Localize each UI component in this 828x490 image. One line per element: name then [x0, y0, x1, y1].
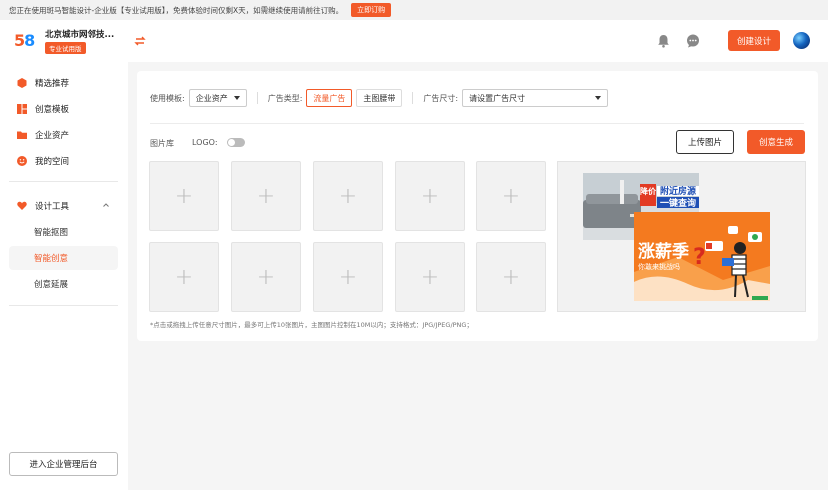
creative-preview: 降价 附近房源 一键查询 涨薪季 你敢来挑战吗 ? — [557, 161, 806, 312]
generate-creative-button[interactable]: 创意生成 — [747, 130, 805, 154]
logo-digit-eight: 8 — [24, 31, 35, 50]
sidebar-item-templates[interactable]: 创意模板 — [9, 97, 118, 121]
plus-icon: + — [420, 183, 440, 209]
sidebar-item-label: 智能创意 — [34, 254, 69, 264]
sidebar-item-smart-creative[interactable]: 智能创意 — [9, 246, 118, 270]
chevron-up-icon[interactable] — [103, 202, 109, 208]
hexagon-icon — [17, 78, 27, 88]
sidebar-item-design-tools[interactable]: 设计工具 — [9, 194, 118, 218]
sidebar-item-assets[interactable]: 企业资产 — [9, 123, 118, 147]
top-header: 58 北京城市网邻技... 专业试用版 创建设计 — [0, 20, 828, 62]
upload-slot[interactable]: + — [395, 161, 465, 231]
plus-icon: + — [174, 264, 194, 290]
logo-toggle[interactable] — [227, 138, 245, 147]
sidebar-item-smart-cutout[interactable]: 智能抠图 — [9, 220, 118, 244]
upload-slot[interactable]: + — [476, 161, 546, 231]
ad-size-select[interactable]: 请设置广告尺寸 — [462, 89, 609, 107]
sidebar-item-label: 企业资产 — [35, 131, 70, 141]
logo-digit-five: 5 — [14, 31, 25, 50]
sidebar-divider — [9, 305, 118, 306]
create-design-button[interactable]: 创建设计 — [728, 30, 780, 51]
ad-type-belt[interactable]: 主图腰带 — [356, 89, 403, 107]
ad-type-label: 广告类型: — [267, 93, 303, 103]
ad-size-label: 广告尺寸: — [423, 93, 459, 103]
upload-slot[interactable]: + — [313, 242, 383, 312]
plus-icon: + — [501, 183, 521, 209]
sidebar-item-featured[interactable]: 精选推荐 — [9, 71, 118, 95]
buy-now-button[interactable]: 立即订购 — [351, 3, 392, 17]
sidebar-item-label: 设计工具 — [35, 202, 70, 212]
plus-icon: + — [420, 264, 440, 290]
upload-slot[interactable]: + — [231, 242, 301, 312]
company-info: 北京城市网邻技... 专业试用版 — [45, 28, 114, 54]
image-library-label: 图片库 — [150, 139, 174, 148]
plus-icon: + — [256, 183, 276, 209]
sidebar: 精选推荐 创意模板 企业资产 我的空间 设计工具 智能抠图 智能创意 创意延展 … — [0, 62, 128, 490]
plan-badge: 专业试用版 — [45, 42, 86, 54]
chat-icon[interactable] — [686, 34, 700, 48]
logo-label: LOGO: — [192, 138, 218, 147]
plus-icon: + — [174, 183, 194, 209]
preview-illustration: 降价 附近房源 一键查询 涨薪季 你敢来挑战吗 ? — [583, 173, 770, 301]
ad-type-traffic[interactable]: 流量广告 — [306, 89, 353, 107]
sidebar-item-label: 创意模板 — [35, 105, 70, 115]
trial-banner: 您正在使用斑马智能设计-企业版【专业试用版】，免费体验时间仅剩X天，如需继续使用… — [0, 0, 828, 20]
plus-icon: + — [256, 264, 276, 290]
plus-icon: + — [338, 264, 358, 290]
avatar[interactable] — [793, 32, 810, 49]
sidebar-item-creative-extend[interactable]: 创意延展 — [9, 272, 118, 296]
preview-title-line1: 附近房源 — [660, 185, 696, 197]
upload-slot[interactable]: + — [476, 242, 546, 312]
sidebar-item-my-space[interactable]: 我的空间 — [9, 149, 118, 173]
sidebar-divider — [9, 181, 118, 182]
template-label: 使用模板: — [150, 93, 185, 103]
creative-panel: 使用模板: 企业资产 广告类型: 流量广告 主图腰带 广告尺寸: 请设置广告尺寸… — [137, 71, 818, 341]
preview-question-mark: ? — [693, 245, 706, 270]
smile-icon — [17, 156, 27, 166]
ad-size-placeholder: 请设置广告尺寸 — [469, 93, 526, 103]
enter-admin-button[interactable]: 进入企业管理后台 — [9, 452, 118, 476]
sidebar-item-label: 创意延展 — [34, 280, 69, 290]
caret-down-icon — [233, 96, 240, 100]
filter-bar: 使用模板: 企业资产 广告类型: 流量广告 主图腰带 广告尺寸: 请设置广告尺寸 — [150, 88, 609, 108]
template-select[interactable]: 企业资产 — [188, 89, 247, 107]
plus-icon: + — [501, 264, 521, 290]
upload-image-button[interactable]: 上传图片 — [676, 130, 734, 154]
upload-slot[interactable]: + — [149, 242, 219, 312]
filter-separator — [412, 92, 414, 104]
folder-icon — [17, 131, 27, 139]
upload-slot[interactable]: + — [313, 161, 383, 231]
filter-separator — [256, 92, 258, 104]
preview-title-line2: 一键查询 — [660, 197, 696, 209]
bell-icon[interactable] — [657, 34, 670, 48]
preview-promo-main: 涨薪季 — [638, 241, 689, 262]
sidebar-item-label: 我的空间 — [35, 157, 70, 167]
upload-slot[interactable]: + — [149, 161, 219, 231]
sidebar-item-label: 精选推荐 — [35, 79, 70, 89]
preview-promo-sub: 你敢来挑战吗 — [638, 262, 680, 271]
template-icon — [17, 104, 27, 114]
trial-banner-text: 您正在使用斑马智能设计-企业版【专业试用版】，免费体验时间仅剩X天，如需继续使用… — [9, 5, 344, 15]
upload-slot[interactable]: + — [395, 242, 465, 312]
panel-divider — [150, 123, 804, 124]
caret-down-icon — [595, 96, 602, 100]
brand-logo[interactable]: 58 — [14, 31, 36, 51]
template-select-value: 企业资产 — [195, 93, 228, 103]
plus-icon: + — [338, 183, 358, 209]
preview-tag-text: 降价 — [640, 186, 657, 196]
upload-slot[interactable]: + — [231, 161, 301, 231]
switch-icon[interactable] — [134, 35, 146, 47]
upload-note: *点击或拖拽上传任意尺寸图片，最多可上传10张图片，主图图片控制在10M以内；支… — [150, 321, 473, 329]
sidebar-item-label: 智能抠图 — [34, 228, 69, 238]
company-name: 北京城市网邻技... — [45, 30, 115, 40]
heart-icon — [17, 201, 27, 210]
